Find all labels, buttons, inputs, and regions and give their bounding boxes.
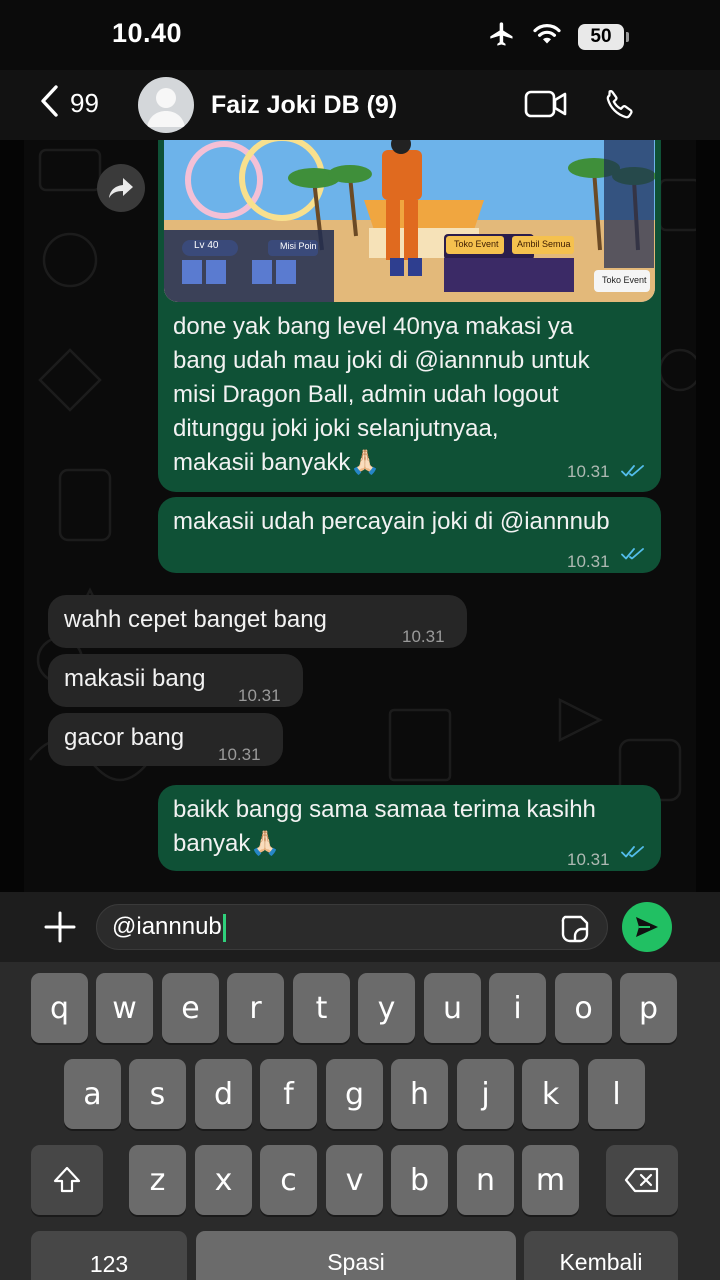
battery-icon: 50 bbox=[578, 23, 629, 50]
key-v[interactable]: v bbox=[326, 1145, 383, 1215]
avatar-icon bbox=[147, 88, 185, 127]
key-o[interactable]: o bbox=[555, 973, 612, 1043]
incoming-message[interactable]: makasii bang 10.31 bbox=[48, 654, 303, 707]
message-text: gacor bang bbox=[64, 724, 185, 751]
message-time: 10.31 bbox=[218, 745, 261, 764]
read-ticks-icon bbox=[621, 465, 644, 477]
keyboard: q w e r t y u i o p a s d f g h j k l z … bbox=[0, 962, 720, 1280]
key-p[interactable]: p bbox=[620, 973, 677, 1043]
key-f[interactable]: f bbox=[260, 1059, 317, 1129]
key-z[interactable]: z bbox=[129, 1145, 186, 1215]
attach-button[interactable] bbox=[44, 911, 76, 948]
video-call-button[interactable] bbox=[524, 89, 568, 124]
backspace-icon bbox=[624, 1167, 659, 1193]
message-text: done yak bang level 40nya makasi ya bang… bbox=[173, 313, 590, 476]
level-label: Lv 40 bbox=[194, 240, 219, 251]
key-g[interactable]: g bbox=[326, 1059, 383, 1129]
read-ticks-icon bbox=[621, 548, 644, 560]
chat-header: 99 Faiz Joki DB (9) bbox=[0, 70, 720, 142]
key-e[interactable]: e bbox=[162, 973, 219, 1043]
key-b[interactable]: b bbox=[391, 1145, 448, 1215]
outgoing-message[interactable]: makasii udah percayain joki di @iannnub … bbox=[158, 497, 661, 573]
key-w[interactable]: w bbox=[96, 973, 153, 1043]
back-chevron-icon bbox=[38, 84, 60, 123]
text-caret bbox=[222, 913, 226, 942]
unread-count: 99 bbox=[70, 88, 99, 118]
message-time: 10.31 bbox=[567, 552, 610, 571]
message-input-value: @iannnub bbox=[112, 913, 222, 940]
key-a[interactable]: a bbox=[64, 1059, 121, 1129]
key-n[interactable]: n bbox=[457, 1145, 514, 1215]
video-call-icon bbox=[524, 90, 567, 118]
chat-area[interactable]: Lv 40 Misi Poin Toko Event Ambil Semua T… bbox=[0, 140, 720, 892]
message-time: 10.31 bbox=[567, 462, 610, 481]
message-text: baikk bangg sama samaa terima kasihh ban… bbox=[173, 796, 596, 857]
key-r[interactable]: r bbox=[227, 973, 284, 1043]
forward-icon bbox=[109, 178, 133, 198]
status-bar: 10.40 50 bbox=[0, 0, 720, 70]
read-ticks-icon bbox=[621, 846, 644, 858]
backspace-key[interactable] bbox=[606, 1145, 678, 1215]
key-h[interactable]: h bbox=[391, 1059, 448, 1129]
toko-event-label: Toko Event bbox=[454, 239, 499, 249]
status-time: 10.40 bbox=[112, 18, 183, 48]
sticker-icon bbox=[561, 915, 589, 943]
key-m[interactable]: m bbox=[522, 1145, 579, 1215]
message-composer: @iannnub bbox=[0, 892, 720, 962]
message-time: 10.31 bbox=[567, 850, 610, 869]
key-y[interactable]: y bbox=[358, 973, 415, 1043]
outgoing-image-message[interactable]: Lv 40 Misi Poin Toko Event Ambil Semua T… bbox=[158, 140, 661, 492]
key-u[interactable]: u bbox=[424, 973, 481, 1043]
key-i[interactable]: i bbox=[489, 973, 546, 1043]
game-screenshot-image[interactable]: Lv 40 Misi Poin Toko Event Ambil Semua T… bbox=[164, 140, 655, 302]
key-x[interactable]: x bbox=[195, 1145, 252, 1215]
key-t[interactable]: t bbox=[293, 973, 350, 1043]
numbers-key[interactable]: 123 bbox=[31, 1231, 187, 1280]
outgoing-message[interactable]: baikk bangg sama samaa terima kasihh ban… bbox=[158, 785, 661, 871]
avatar[interactable] bbox=[138, 77, 194, 133]
send-icon bbox=[636, 917, 658, 937]
key-s[interactable]: s bbox=[129, 1059, 186, 1129]
key-q[interactable]: q bbox=[31, 973, 88, 1043]
forward-button[interactable] bbox=[97, 164, 145, 212]
message-time: 10.31 bbox=[402, 627, 445, 646]
key-l[interactable]: l bbox=[588, 1059, 645, 1129]
message-text: makasii udah percayain joki di @iannnub bbox=[173, 508, 610, 535]
incoming-message[interactable]: gacor bang 10.31 bbox=[48, 713, 283, 766]
key-k[interactable]: k bbox=[522, 1059, 579, 1129]
sticker-button[interactable] bbox=[560, 914, 590, 949]
shift-key[interactable] bbox=[31, 1145, 103, 1215]
back-button[interactable]: 99 bbox=[38, 84, 99, 123]
return-key[interactable]: Kembali bbox=[524, 1231, 678, 1280]
shift-icon bbox=[53, 1166, 81, 1193]
airplane-icon bbox=[488, 20, 516, 53]
status-icons: 50 bbox=[488, 20, 629, 53]
misi-label: Misi Poin bbox=[280, 241, 317, 251]
toko-event-button: Toko Event bbox=[602, 275, 647, 285]
phone-call-icon bbox=[606, 89, 633, 119]
incoming-message[interactable]: wahh cepet banget bang 10.31 bbox=[48, 595, 467, 648]
plus-icon bbox=[44, 911, 76, 943]
game-scene-icon bbox=[164, 140, 655, 302]
wifi-icon bbox=[532, 22, 562, 51]
message-time: 10.31 bbox=[238, 686, 281, 705]
key-j[interactable]: j bbox=[457, 1059, 514, 1129]
message-text: makasii bang bbox=[64, 665, 206, 692]
send-button[interactable] bbox=[622, 902, 672, 952]
message-input[interactable]: @iannnub bbox=[96, 904, 608, 950]
message-text: wahh cepet banget bang bbox=[64, 606, 327, 633]
ambil-semua-label: Ambil Semua bbox=[517, 239, 571, 249]
key-c[interactable]: c bbox=[260, 1145, 317, 1215]
chat-title[interactable]: Faiz Joki DB (9) bbox=[211, 91, 397, 120]
key-d[interactable]: d bbox=[195, 1059, 252, 1129]
space-key[interactable]: Spasi bbox=[196, 1231, 516, 1280]
phone-call-button[interactable] bbox=[603, 86, 637, 127]
